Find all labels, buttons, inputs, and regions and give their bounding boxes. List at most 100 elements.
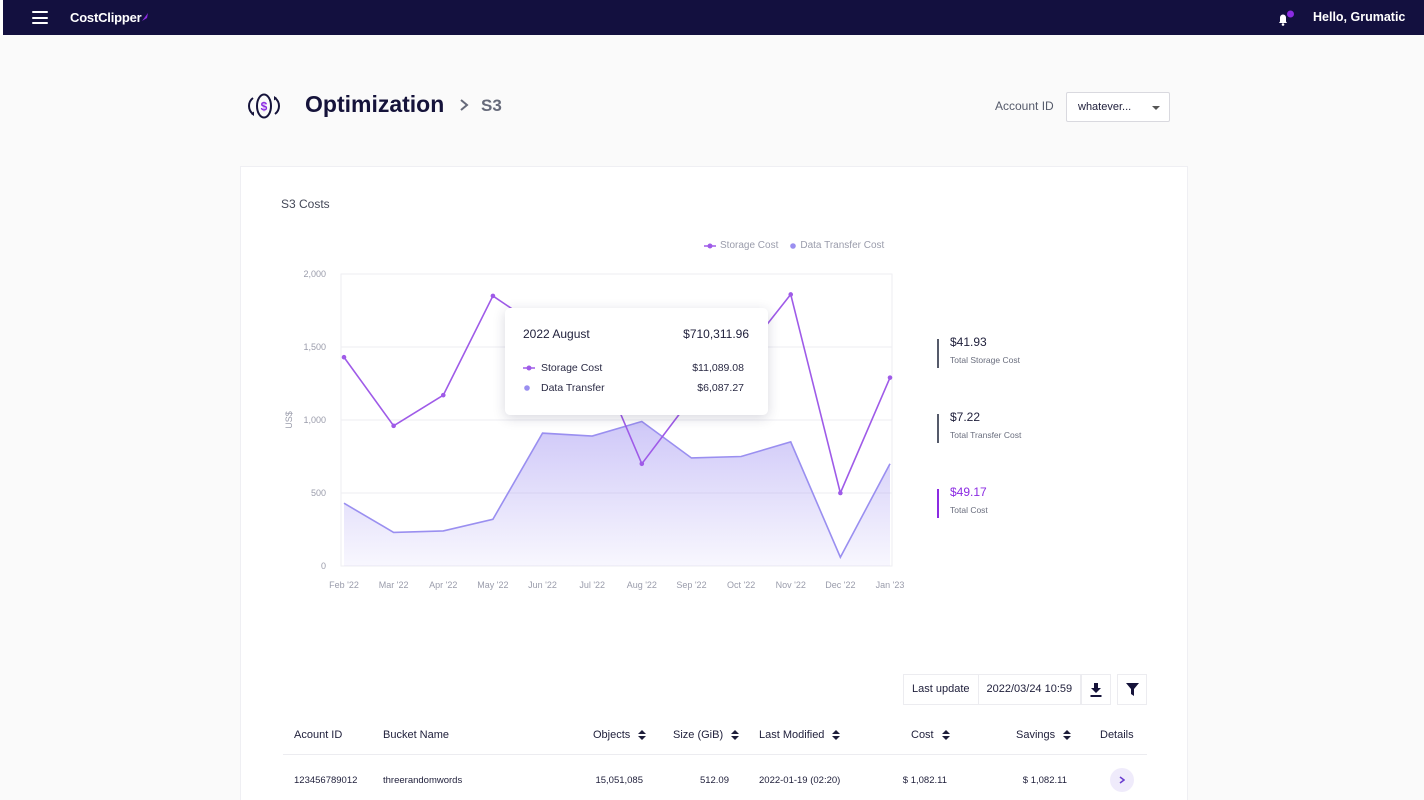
tooltip-title: 2022 August [523, 327, 590, 341]
column-last-modified[interactable]: Last Modified [759, 729, 841, 741]
summary-amount: $49.17 [950, 485, 987, 499]
cell-last-modified: 2022-01-19 (02:20) [759, 775, 841, 786]
summary-caption: Total Cost [950, 505, 988, 515]
line-marker-icon [523, 365, 535, 371]
column-bucket-name: Bucket Name [383, 729, 449, 741]
page-title: Optimization [305, 91, 445, 117]
tooltip-total: $710,311.96 [683, 327, 749, 341]
y-tick-label: 2,000 [303, 269, 326, 279]
last-update-value: 2022/03/24 10:59 [986, 683, 1073, 695]
tooltip-label: Data Transfer [541, 382, 605, 394]
legend-data-transfer-cost[interactable]: Data Transfer Cost [790, 240, 884, 251]
column-savings[interactable]: Savings [1016, 729, 1072, 741]
cell-account-id: 123456789012 [294, 775, 358, 786]
window-edge [0, 0, 3, 35]
cell-bucket-name: threerandomwords [383, 775, 463, 786]
x-tick-label: Jun '22 [528, 580, 557, 590]
x-tick-label: Sep '22 [676, 580, 706, 590]
user-greeting[interactable]: Hello, Grumatic [1313, 10, 1405, 24]
cost-optimization-icon: $ [248, 93, 280, 119]
chart-legend: Storage Cost Data Transfer Cost [704, 240, 884, 251]
top-bar: CostClipper Hello, Grumatic [0, 0, 1424, 35]
filter-button[interactable] [1117, 674, 1147, 705]
breadcrumb-s3[interactable]: S3 [481, 96, 502, 116]
account-id-value: whatever... [1078, 101, 1132, 113]
download-button[interactable] [1081, 674, 1111, 705]
summary-amount: $41.93 [950, 335, 987, 349]
dot-marker-icon [524, 385, 530, 391]
storage-cost-point [391, 423, 396, 429]
x-tick-label: Jan '23 [876, 580, 905, 590]
tooltip-value: $6,087.27 [697, 382, 744, 394]
column-label: Size (GiB) [673, 729, 724, 741]
column-label: Details [1100, 729, 1134, 741]
account-id-label: Account ID [995, 99, 1054, 113]
cell-cost: $ 1,082.11 [902, 775, 947, 786]
filter-icon [1125, 683, 1139, 696]
x-tick-label: Jul '22 [579, 580, 605, 590]
svg-text:$: $ [261, 100, 268, 114]
column-label: Savings [1016, 729, 1056, 741]
y-tick-label: 500 [311, 488, 326, 498]
column-cost[interactable]: Cost [911, 729, 950, 741]
sort-icon [941, 730, 950, 740]
last-update-label: Last update [904, 675, 979, 704]
x-tick-label: Nov '22 [776, 580, 806, 590]
series-area-data-transfer-cost [344, 421, 890, 566]
summary-amount: $7.22 [950, 410, 981, 424]
storage-cost-point [887, 375, 893, 380]
details-button[interactable] [1110, 768, 1134, 792]
legend-label: Data Transfer Cost [800, 240, 885, 251]
column-label: Objects [593, 729, 631, 741]
menu-icon[interactable] [32, 11, 48, 24]
summary-bar [937, 339, 939, 368]
y-tick-label: 1,000 [303, 415, 326, 425]
column-objects[interactable]: Objects [593, 729, 647, 741]
summary-caption: Total Storage Cost [950, 355, 1020, 365]
sort-icon [832, 730, 841, 740]
table-header-divider [283, 754, 1147, 755]
download-icon [1090, 682, 1102, 697]
chart-tooltip: 2022 August $710,311.96 Storage Cost $11… [505, 308, 768, 415]
storage-cost-point [440, 392, 446, 398]
storage-cost-point [639, 461, 645, 467]
x-tick-label: Dec '22 [825, 580, 855, 590]
tooltip-value: $11,089.08 [692, 362, 744, 374]
column-label: Cost [911, 729, 934, 741]
column-account-id: Acount ID [294, 729, 342, 741]
chevron-right-icon [460, 99, 469, 111]
legend-storage-cost[interactable]: Storage Cost [704, 240, 778, 251]
storage-cost-point [838, 490, 843, 496]
bell-icon[interactable] [1277, 10, 1295, 26]
brand-logo[interactable]: CostClipper [70, 10, 142, 25]
dot-marker-icon [790, 242, 797, 249]
sort-icon [1063, 730, 1072, 740]
storage-cost-point [788, 292, 794, 297]
legend-label: Storage Cost [720, 240, 779, 251]
tooltip-row-storage: Storage Cost $11,089.08 [523, 362, 744, 374]
x-tick-label: Feb '22 [329, 580, 359, 590]
cell-objects: 15,051,085 [595, 775, 643, 786]
x-tick-label: May '22 [477, 580, 508, 590]
x-tick-label: Aug '22 [627, 580, 657, 590]
chevron-right-icon [1119, 776, 1125, 784]
x-tick-label: Oct '22 [727, 580, 755, 590]
sort-icon [731, 730, 740, 740]
cell-size: 512.09 [699, 775, 729, 786]
y-axis-label: US$ [284, 411, 294, 429]
column-label: Acount ID [294, 729, 343, 741]
line-marker-icon [704, 243, 716, 248]
tooltip-label: Storage Cost [541, 362, 603, 374]
summary-bar [937, 414, 939, 443]
column-details: Details [1100, 729, 1134, 741]
x-tick-label: Mar '22 [379, 580, 409, 590]
x-tick-label: Apr '22 [429, 580, 457, 590]
column-label: Bucket Name [383, 729, 450, 741]
account-id-select[interactable]: whatever... [1066, 92, 1170, 122]
chevron-down-icon [1152, 106, 1160, 110]
last-update: Last update 2022/03/24 10:59 [903, 674, 1082, 705]
y-tick-label: 0 [321, 561, 326, 571]
column-label: Last Modified [759, 729, 825, 741]
chart-title: S3 Costs [281, 197, 330, 211]
column-size[interactable]: Size (GiB) [673, 729, 740, 741]
